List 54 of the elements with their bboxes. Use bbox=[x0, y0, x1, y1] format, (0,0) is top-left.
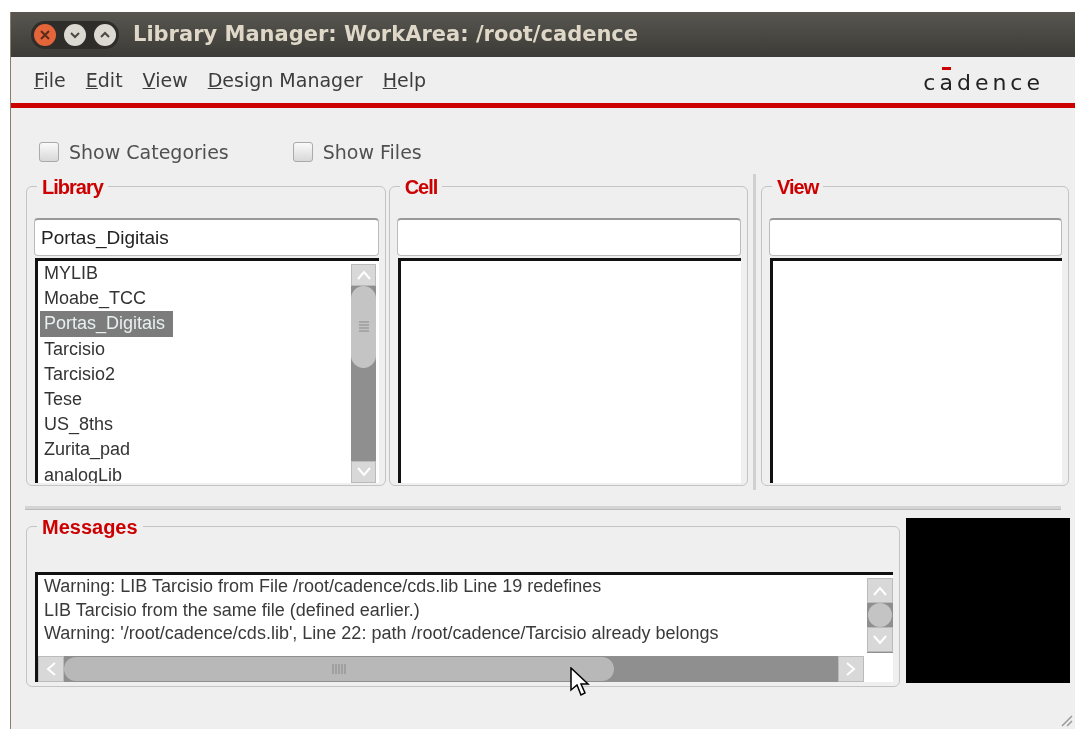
menu-item[interactable]: Design Manager bbox=[207, 65, 363, 95]
checkbox[interactable] bbox=[292, 142, 313, 162]
list-item[interactable]: Moabe_TCC bbox=[40, 286, 151, 312]
message-line: LIB Tarcisio from the same file (defined earlier.) bbox=[44, 598, 420, 622]
minimize-button[interactable] bbox=[64, 23, 86, 46]
menu-item[interactable]: Edit bbox=[85, 65, 123, 95]
list-item[interactable]: Tarcisio bbox=[40, 336, 109, 362]
list-item[interactable]: Portas_Digitais bbox=[40, 311, 174, 337]
close-button[interactable] bbox=[34, 23, 56, 46]
list-item[interactable]: US_8ths bbox=[40, 412, 118, 438]
filter-field[interactable] bbox=[769, 218, 1062, 256]
arrow-right-icon bbox=[846, 662, 856, 676]
chevron-down-icon bbox=[70, 30, 80, 39]
scroll-up-button[interactable] bbox=[867, 578, 893, 603]
filter-field[interactable] bbox=[396, 218, 741, 256]
scroll-right-button[interactable] bbox=[838, 656, 864, 682]
resize-grip-icon bbox=[1059, 713, 1073, 727]
arrow-left-icon bbox=[46, 662, 56, 676]
checkbox[interactable] bbox=[39, 142, 59, 162]
scroll-down-button[interactable] bbox=[867, 627, 893, 652]
scroll-thumb[interactable] bbox=[868, 603, 892, 627]
list-item[interactable]: Zurita_pad bbox=[40, 437, 135, 463]
window-title: Library Manager: WorkArea: /root/cadence bbox=[133, 20, 639, 48]
logo: cadence bbox=[923, 73, 1044, 93]
scroll-thumb[interactable] bbox=[351, 286, 376, 368]
list-item[interactable]: MYLIB bbox=[40, 261, 103, 287]
horizontal-scrollbar[interactable] bbox=[38, 656, 864, 682]
grip-icon bbox=[331, 664, 347, 674]
scroll-thumb[interactable] bbox=[64, 657, 614, 681]
maximize-button[interactable] bbox=[94, 23, 116, 46]
checkbox-label: Show Files bbox=[322, 139, 422, 165]
scroll-left-button[interactable] bbox=[38, 656, 64, 682]
message-line: Warning: '/root/cadence/cds.lib', Line 22: path /root/cadence/Tarcisio already belongs bbox=[44, 622, 719, 645]
checkbox-label: Show Categories bbox=[69, 139, 229, 165]
arrow-down-icon bbox=[873, 634, 887, 645]
scroll-up-button[interactable] bbox=[351, 264, 376, 286]
menu-item[interactable]: View bbox=[142, 65, 188, 95]
grip-icon bbox=[358, 320, 369, 334]
close-icon bbox=[40, 29, 50, 40]
mouse-cursor-icon bbox=[570, 667, 590, 697]
filter-field[interactable]: Portas_Digitais bbox=[34, 218, 379, 256]
logo-mark-icon bbox=[942, 67, 952, 70]
message-line: Warning: LIB Tarcisio from File /root/cadence/cds.lib Line 19 redefines bbox=[44, 575, 602, 598]
vertical-scrollbar[interactable] bbox=[867, 578, 893, 653]
arrow-up-icon bbox=[873, 585, 887, 596]
list-item[interactable]: Tese bbox=[40, 387, 87, 413]
menu-item[interactable]: Help bbox=[382, 65, 426, 95]
arrow-up-icon bbox=[356, 270, 371, 280]
menu-item[interactable]: File bbox=[34, 65, 66, 95]
chevron-up-icon bbox=[100, 30, 110, 39]
arrow-down-icon bbox=[356, 467, 371, 477]
list-item[interactable]: Tarcisio2 bbox=[40, 361, 120, 387]
scroll-down-button[interactable] bbox=[351, 461, 376, 483]
vertical-scrollbar[interactable] bbox=[351, 264, 376, 483]
